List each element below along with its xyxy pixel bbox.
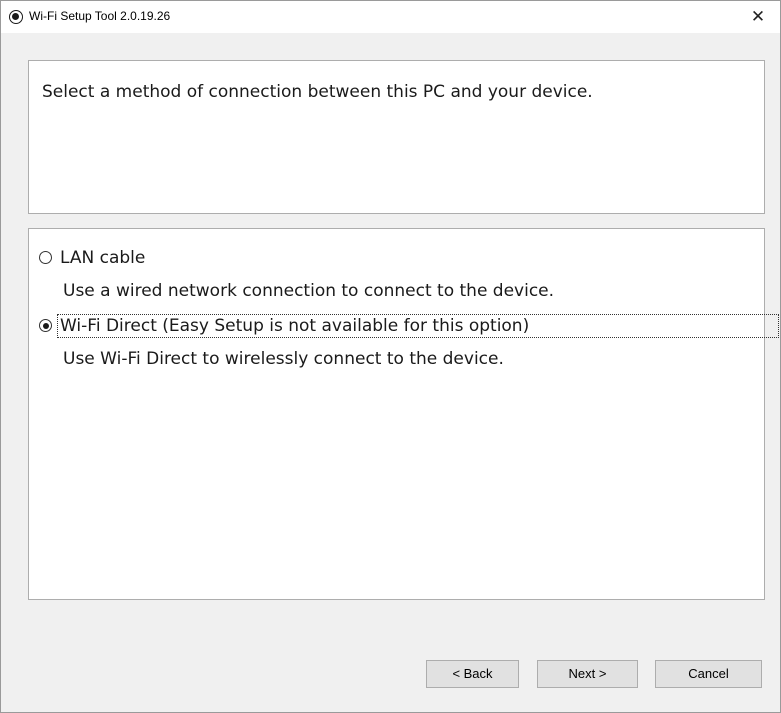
- wifi-direct-label[interactable]: Wi-Fi Direct (Easy Setup is not availabl…: [57, 313, 779, 338]
- option-wifi-direct[interactable]: Wi-Fi Direct (Easy Setup is not availabl…: [39, 313, 779, 338]
- option-lan-cable[interactable]: LAN cable: [39, 245, 147, 270]
- close-icon[interactable]: ✕: [736, 1, 780, 33]
- instruction-panel: Select a method of connection between th…: [28, 60, 765, 214]
- title-bar[interactable]: Wi-Fi Setup Tool 2.0.19.26 ✕: [1, 1, 780, 33]
- lan-cable-radio[interactable]: [39, 251, 52, 264]
- lan-cable-description: Use a wired network connection to connec…: [63, 281, 555, 301]
- back-button[interactable]: < Back: [426, 660, 519, 688]
- connection-options-panel: LAN cable Use a wired network connection…: [28, 228, 779, 600]
- wifi-setup-window: Wi-Fi Setup Tool 2.0.19.26 ✕ Select a me…: [0, 0, 781, 713]
- lan-cable-label[interactable]: LAN cable: [58, 247, 147, 269]
- instruction-text: Select a method of connection between th…: [42, 82, 593, 102]
- wifi-direct-radio[interactable]: [39, 319, 52, 332]
- wifi-direct-description: Use Wi-Fi Direct to wirelessly connect t…: [63, 349, 504, 369]
- cancel-button[interactable]: Cancel: [655, 660, 762, 688]
- window-title: Wi-Fi Setup Tool 2.0.19.26: [29, 9, 171, 23]
- app-icon: [9, 10, 23, 24]
- next-button[interactable]: Next >: [537, 660, 638, 688]
